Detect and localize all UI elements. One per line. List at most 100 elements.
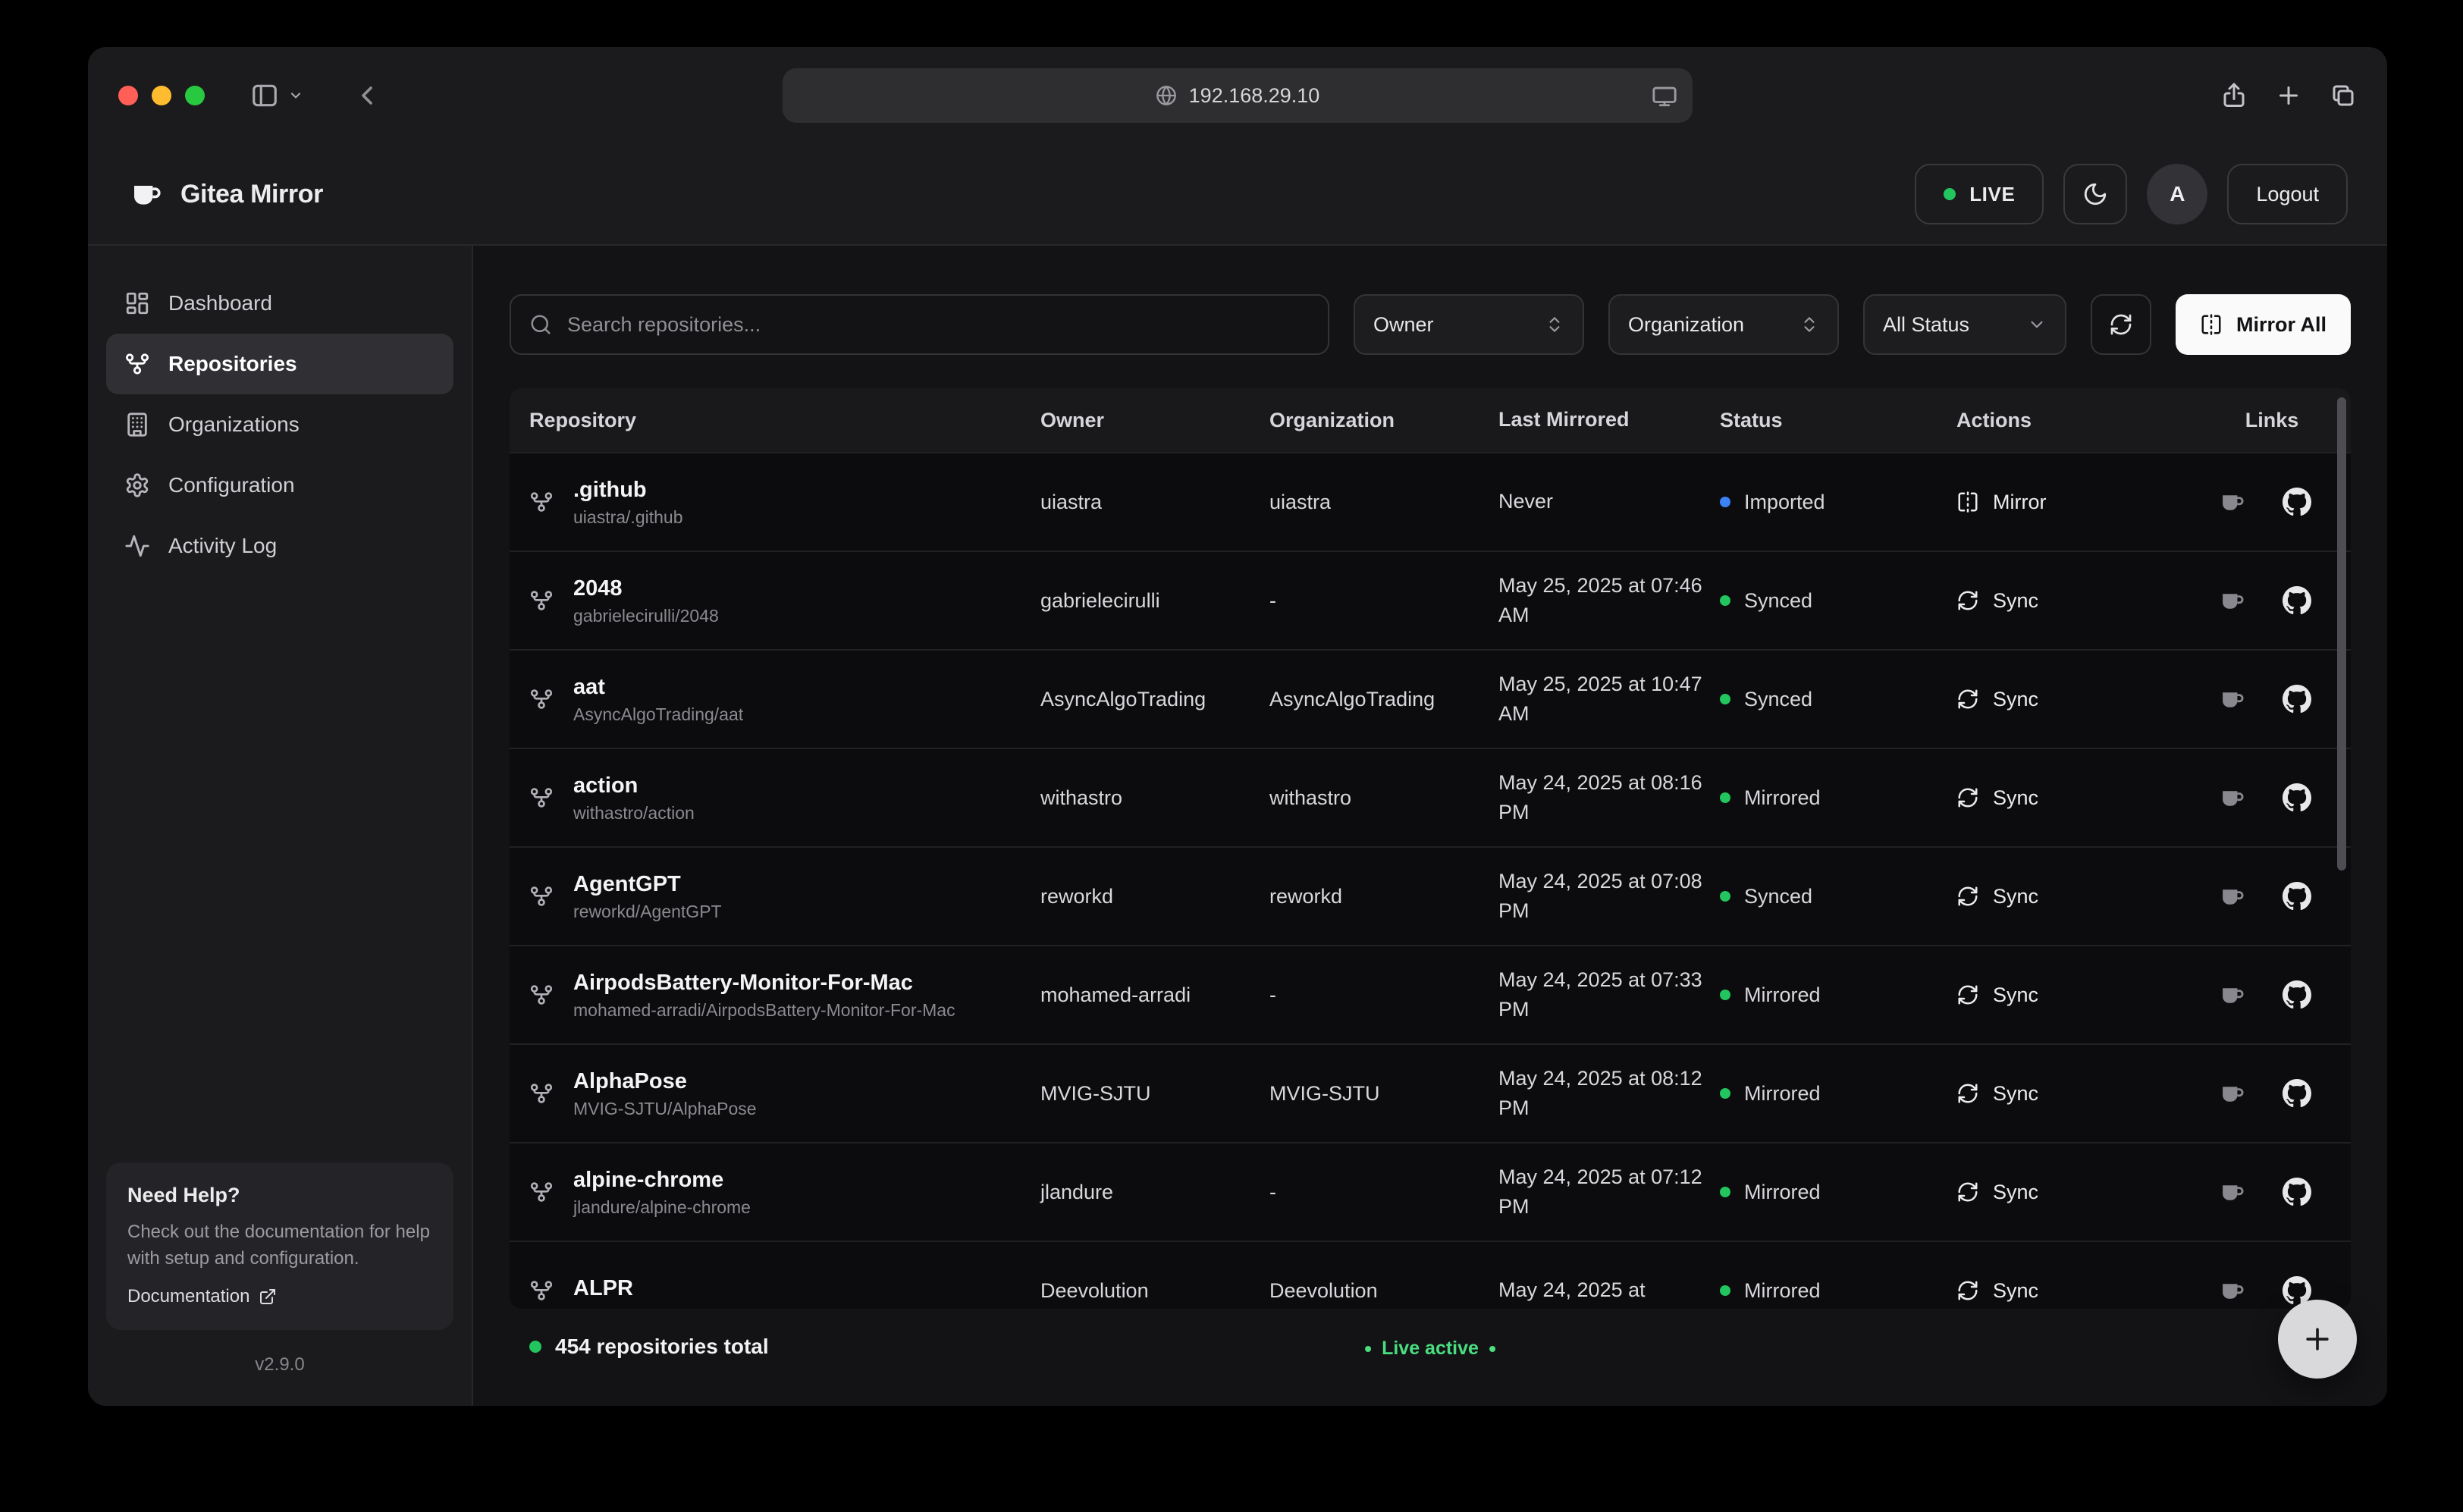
repo-name[interactable]: action [573,772,695,801]
zoom-window-button[interactable] [185,86,205,105]
repo-name[interactable]: aat [573,673,743,702]
table-row[interactable]: alpine-chrome jlandure/alpine-chrome jla… [510,1142,2351,1241]
mirror-all-button[interactable]: Mirror All [2176,294,2351,355]
table-row[interactable]: aat AsyncAlgoTrading/aat AsyncAlgoTradin… [510,649,2351,748]
scrollbar-thumb[interactable] [2337,397,2346,870]
gitea-link-icon[interactable] [2217,685,2246,714]
mirror-icon [1956,491,1979,513]
row-action-button[interactable]: Sync [1956,885,2038,908]
repo-last-mirrored: May 24, 2025 at 07:08 PM [1498,867,1720,926]
gitea-link-icon[interactable] [2217,783,2246,812]
github-link-icon[interactable] [2283,980,2311,1009]
browser-window: 192.168.29.10 Gitea Mirror [88,47,2387,1406]
repo-name[interactable]: alpine-chrome [573,1166,751,1195]
row-action-button[interactable]: Sync [1956,1279,2038,1303]
minimize-window-button[interactable] [152,86,171,105]
row-action-button[interactable]: Sync [1956,1181,2038,1204]
table-row[interactable]: AlphaPose MVIG-SJTU/AlphaPose MVIG-SJTU … [510,1043,2351,1142]
repo-name[interactable]: AirpodsBattery-Monitor-For-Mac [573,969,955,998]
column-header-organization[interactable]: Organization [1269,409,1498,432]
display-icon[interactable] [1652,83,1677,108]
table-body: .github uiastra/.github uiastra uiastra … [510,452,2351,1309]
repo-organization: - [1269,1181,1498,1204]
git-fork-icon [124,351,150,377]
table-row[interactable]: ALPR Deevolution Deevolution May 24, 202… [510,1241,2351,1309]
documentation-link[interactable]: Documentation [127,1286,432,1307]
table-row[interactable]: action withastro/action withastro withas… [510,748,2351,846]
row-action-button[interactable]: Sync [1956,589,2038,613]
status-label: Mirrored [1744,983,1821,1007]
repo-name[interactable]: AlphaPose [573,1068,757,1096]
theme-toggle-button[interactable] [2063,164,2127,224]
repo-name[interactable]: ALPR [573,1275,633,1303]
gitea-link-icon[interactable] [2217,1276,2246,1305]
sidebar-item-dashboard[interactable]: Dashboard [106,273,453,334]
column-header-status[interactable]: Status [1720,409,1956,432]
github-link-icon[interactable] [2283,882,2311,911]
avatar[interactable]: A [2147,164,2207,224]
column-header-actions[interactable]: Actions [1956,409,2193,432]
chevron-down-icon[interactable] [288,88,303,103]
status-filter-select[interactable]: All Status [1863,294,2066,355]
sidebar-item-configuration[interactable]: Configuration [106,455,453,516]
organization-filter-select[interactable]: Organization [1608,294,1839,355]
table-row[interactable]: AgentGPT reworkd/AgentGPT reworkd rework… [510,846,2351,945]
github-link-icon[interactable] [2283,1178,2311,1206]
row-action-button[interactable]: Sync [1956,688,2038,711]
row-action-button[interactable]: Sync [1956,983,2038,1007]
gitea-link-icon[interactable] [2217,980,2246,1009]
table-row[interactable]: AirpodsBattery-Monitor-For-Mac mohamed-a… [510,945,2351,1043]
repo-name[interactable]: .github [573,476,682,505]
repo-organization: Deevolution [1269,1279,1498,1303]
share-icon[interactable] [2220,82,2248,109]
repo-name[interactable]: 2048 [573,575,719,604]
close-window-button[interactable] [118,86,138,105]
column-header-links[interactable]: Links [2193,409,2351,432]
brand[interactable]: Gitea Mirror [127,176,323,212]
repo-organization: uiastra [1269,491,1498,514]
repo-organization: AsyncAlgoTrading [1269,688,1498,711]
gitea-link-icon[interactable] [2217,1178,2246,1206]
row-action-button[interactable]: Mirror [1956,491,2046,514]
status-dot [1720,792,1730,803]
row-action-button[interactable]: Sync [1956,786,2038,810]
github-link-icon[interactable] [2283,685,2311,714]
search-box[interactable] [510,294,1329,355]
repo-owner: reworkd [1040,885,1269,908]
status-filter-label: All Status [1883,313,1969,337]
url-bar[interactable]: 192.168.29.10 [783,68,1693,123]
new-tab-icon[interactable] [2275,82,2302,109]
sidebar-item-organizations[interactable]: Organizations [106,394,453,455]
sidebar-toggle-icon[interactable] [250,81,279,110]
gitea-link-icon[interactable] [2217,586,2246,615]
gitea-link-icon[interactable] [2217,882,2246,911]
table-row[interactable]: .github uiastra/.github uiastra uiastra … [510,452,2351,551]
github-link-icon[interactable] [2283,1079,2311,1108]
tab-overview-icon[interactable] [2330,82,2357,109]
status-dot [1720,1187,1730,1197]
github-link-icon[interactable] [2283,783,2311,812]
sidebar-item-activity-log[interactable]: Activity Log [106,516,453,576]
table-row[interactable]: 2048 gabrielecirulli/2048 gabrielecirull… [510,551,2351,649]
row-action-button[interactable]: Sync [1956,1082,2038,1106]
github-link-icon[interactable] [2283,586,2311,615]
search-input[interactable] [567,313,1310,337]
sidebar-item-repositories[interactable]: Repositories [106,334,453,394]
column-header-owner[interactable]: Owner [1040,409,1269,432]
refresh-button[interactable] [2091,294,2151,355]
repo-full-name: uiastra/.github [573,507,682,528]
column-header-repository[interactable]: Repository [529,409,1040,432]
column-header-last-mirrored[interactable]: Last Mirrored [1498,405,1720,434]
repo-owner: withastro [1040,786,1269,810]
owner-filter-select[interactable]: Owner [1354,294,1584,355]
github-link-icon[interactable] [2283,488,2311,516]
repo-name[interactable]: AgentGPT [573,870,722,899]
logout-button[interactable]: Logout [2227,164,2348,224]
gitea-link-icon[interactable] [2217,1079,2246,1108]
gitea-link-icon[interactable] [2217,488,2246,516]
repo-full-name: withastro/action [573,803,695,823]
repo-full-name: reworkd/AgentGPT [573,902,722,922]
add-button[interactable] [2278,1300,2357,1379]
live-status-button[interactable]: LIVE [1915,164,2044,224]
back-button-icon[interactable] [352,80,382,111]
